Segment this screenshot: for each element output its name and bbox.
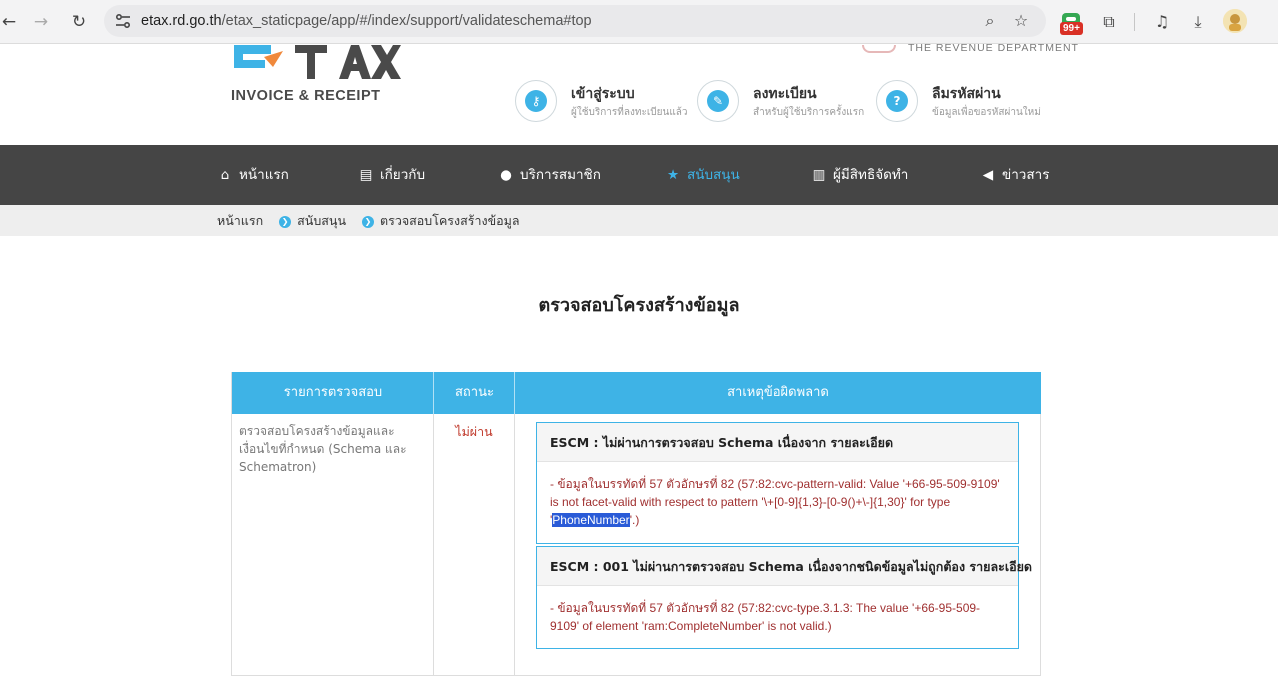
breadcrumb-support[interactable]: สนับสนุน xyxy=(297,213,346,228)
column-divider xyxy=(433,414,434,676)
column-header-item: รายการตรวจสอบ xyxy=(232,372,434,414)
user-icon: ● xyxy=(500,167,512,183)
error-panel: ESCM : 001 ไม่ผ่านการตรวจสอบ Schema เนื่… xyxy=(536,546,1032,649)
toolbar-divider xyxy=(1134,13,1135,31)
main-navigation: ⌂ หน้าแรก ▤ เกี่ยวกับ ● บริการสมาชิก ★ สนับส… xyxy=(0,145,1278,205)
breadcrumb-bar: หน้าแรก ❯ สนับสนุน ❯ ตรวจสอบโครงสร้างข้อมูล xyxy=(0,205,1278,236)
error-panel-title: ESCM : ไม่ผ่านการตรวจสอบ Schema เนื่องจา… xyxy=(537,423,1018,462)
error-panel-detail: - ข้อมูลในบรรทัดที่ 57 ตัวอักษรที่ 82 (5… xyxy=(550,601,981,633)
header-divider xyxy=(433,372,434,414)
error-panel-detail: - ข้อมูลในบรรทัดที่ 57 ตัวอักษรที่ 82 (5… xyxy=(550,477,1000,527)
logo-caption: INVOICE & RECEIPT xyxy=(231,88,381,104)
column-divider xyxy=(514,414,515,676)
error-panel-title: ESCM : 001 ไม่ผ่านการตรวจสอบ Schema เนื่… xyxy=(537,547,1032,586)
download-icon[interactable]: ⤓ xyxy=(1186,10,1210,34)
action-title[interactable]: ลงทะเบียน xyxy=(753,83,817,105)
key-icon[interactable]: ⚷ xyxy=(515,80,557,122)
site-settings-icon[interactable] xyxy=(114,12,132,30)
bookmark-star-icon[interactable]: ☆ xyxy=(1011,11,1031,31)
nav-item-news[interactable]: ◀ ข่าวสาร xyxy=(980,145,1050,205)
column-header-status: สถานะ xyxy=(434,372,515,414)
column-header-cause: สาเหตุข้อผิดพลาด xyxy=(515,372,1041,414)
edit-icon[interactable]: ✎ xyxy=(697,80,739,122)
star-icon: ★ xyxy=(666,167,680,183)
highlighted-text: PhoneNumber xyxy=(552,513,630,527)
nav-item-about[interactable]: ▤ เกี่ยวกับ xyxy=(358,145,425,205)
action-subtitle: ผู้ใช้บริการที่ลงทะเบียนแล้ว xyxy=(571,107,688,118)
back-icon[interactable]: ← xyxy=(0,9,22,35)
page-title: ตรวจสอบโครงสร้างข้อมูล xyxy=(538,295,740,316)
home-icon: ⌂ xyxy=(220,167,230,183)
error-panel: ESCM : ไม่ผ่านการตรวจสอบ Schema เนื่องจา… xyxy=(536,422,1019,544)
extensions-puzzle-icon[interactable]: ⧉ xyxy=(1097,10,1121,34)
action-subtitle: สำหรับผู้ใช้บริการครั้งแรก xyxy=(753,107,865,118)
nav-item-member-services[interactable]: ● บริการสมาชิก xyxy=(498,145,601,205)
action-subtitle: ข้อมูลเพื่อขอรหัสผ่านใหม่ xyxy=(932,107,1041,118)
book-icon: ▥ xyxy=(812,167,826,183)
action-title[interactable]: ลืมรหัสผ่าน xyxy=(932,83,1001,105)
header-divider xyxy=(514,372,515,414)
action-title[interactable]: เข้าสู่ระบบ xyxy=(571,83,635,105)
extension-badge: 99+ xyxy=(1060,22,1083,35)
breadcrumb-home[interactable]: หน้าแรก xyxy=(217,213,263,228)
revenue-department-seal-icon xyxy=(862,45,896,53)
megaphone-icon: ◀ xyxy=(982,167,994,183)
status-badge: ไม่ผ่าน xyxy=(455,424,493,439)
nav-item-support[interactable]: ★ สนับสนุน xyxy=(665,145,740,205)
nav-item-home[interactable]: ⌂ หน้าแรก xyxy=(217,145,289,205)
check-item-text: ตรวจสอบโครงสร้างข้อมูลและเงื่อนไขที่กำหน… xyxy=(239,424,407,474)
chevron-right-icon: ❯ xyxy=(361,215,374,228)
forward-icon[interactable]: → xyxy=(28,9,54,35)
validation-result-table: รายการตรวจสอบ สถานะ สาเหตุข้อผิดพลาด ตรว… xyxy=(231,372,1041,676)
profile-avatar[interactable] xyxy=(1223,9,1247,33)
zoom-icon[interactable]: ⌕ xyxy=(980,11,1000,31)
question-icon[interactable]: ? xyxy=(876,80,918,122)
chevron-right-icon: ❯ xyxy=(279,215,292,228)
document-icon: ▤ xyxy=(359,167,373,183)
reload-icon[interactable]: ↻ xyxy=(66,9,92,35)
browser-toolbar: ← → ↻ etax.rd.go.th/etax_staticpage/app/… xyxy=(0,0,1278,44)
media-control-icon[interactable]: ♫ xyxy=(1150,10,1174,34)
department-name: THE REVENUE DEPARTMENT xyxy=(908,42,1079,54)
url-text[interactable]: etax.rd.go.th/etax_staticpage/app/#/inde… xyxy=(141,5,592,37)
nav-item-authorized[interactable]: ▥ ผู้มีสิทธิจัดทำ xyxy=(811,145,909,205)
address-bar[interactable]: etax.rd.go.th/etax_staticpage/app/#/inde… xyxy=(104,5,1046,37)
breadcrumb-current: ตรวจสอบโครงสร้างข้อมูล xyxy=(379,213,520,228)
breadcrumb: หน้าแรก ❯ สนับสนุน ❯ ตรวจสอบโครงสร้างข้อมูล xyxy=(217,205,520,236)
